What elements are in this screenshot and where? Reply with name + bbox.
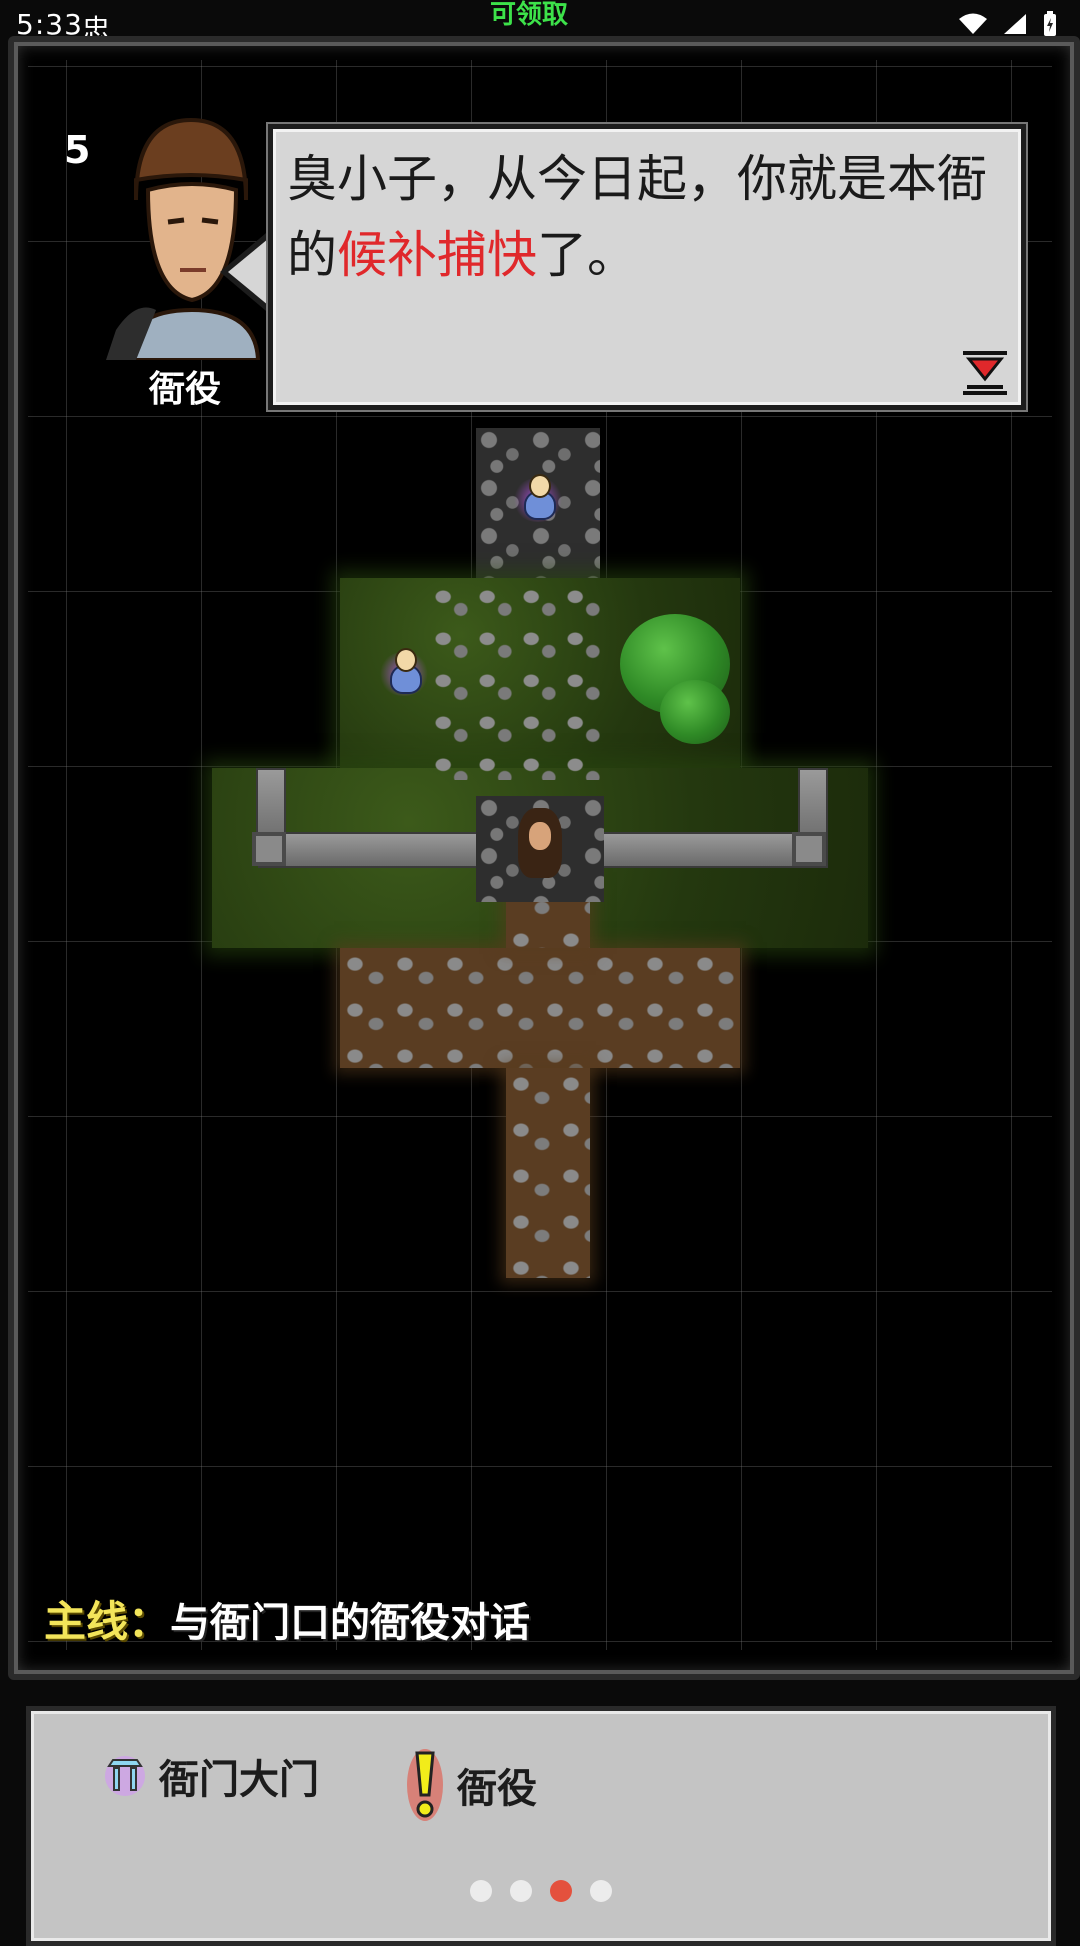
wifi-icon [959,13,987,34]
dialogue-text: 臭小子，从今日起，你就是本衙的候补捕快了。 [287,141,1013,293]
legend-label: 衙役 [457,1766,537,1812]
speaker-level: 5 [64,128,91,172]
quest-description: 与衙门口的衙役对话 [170,1600,531,1646]
npc-yamen-runner[interactable] [378,644,430,696]
dirt-road [340,948,740,1068]
main-quest-tracker[interactable]: 主线：与衙门口的衙役对话 [44,1588,530,1649]
dirt-road [506,1068,590,1278]
speaker-name: 衙役 [148,369,221,410]
advance-dialogue-icon[interactable] [957,343,1013,399]
legend-item-gate[interactable]: 衙门大门 [105,1747,319,1805]
wall-post [792,832,826,866]
player-character [512,808,568,878]
dialogue-box[interactable]: 臭小子，从今日起，你就是本衙的候补捕快了。 [268,124,1026,410]
page-indicator [470,1880,612,1902]
dialogue-text-end: 了。 [537,226,637,284]
npc-yamen-gate-guard[interactable] [512,470,564,522]
page-dot[interactable] [470,1880,492,1902]
battery-icon [1044,11,1056,36]
exclamation-icon [407,1749,443,1821]
quest-type-label: 主线： [44,1597,171,1646]
legend-item-runner[interactable]: 衙役 [407,1747,537,1823]
stone-path [430,580,610,780]
claimable-banner[interactable]: 可领取 [490,0,568,31]
legend-label: 衙门大门 [159,1757,319,1803]
page-dot[interactable] [510,1880,532,1902]
page-dot-active[interactable] [550,1880,572,1902]
map-legend-panel: 衙门大门 衙役 [26,1706,1056,1946]
tree [660,680,730,744]
gate-icon [105,1756,145,1796]
page-dot[interactable] [590,1880,612,1902]
signal-icon [1004,14,1026,34]
dialogue-text-highlight: 候补捕快 [337,226,537,284]
status-icons [958,10,1058,38]
wall-post [252,832,286,866]
